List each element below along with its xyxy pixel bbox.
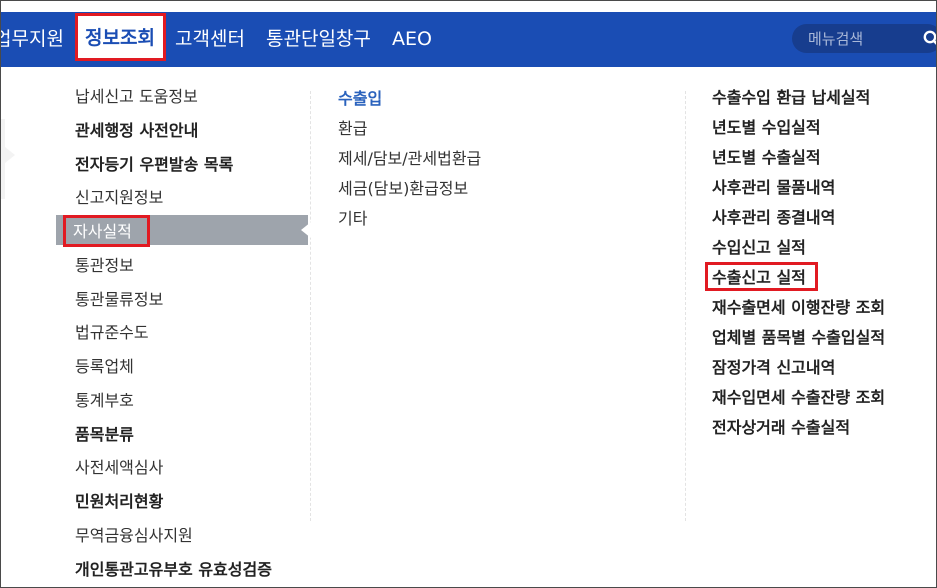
menu-item-personal-customs-code-check[interactable]: 개인통관고유부호 유효성검증 <box>75 555 272 585</box>
menu-item-post-management-closed[interactable]: 사후관리 종결내역 <box>712 203 835 233</box>
menu-item-other[interactable]: 기타 <box>338 204 367 234</box>
menu-item-post-management-goods[interactable]: 사후관리 물품내역 <box>712 173 835 203</box>
nav-item-info-inquiry[interactable]: 정보조회 <box>76 15 164 61</box>
top-navigation-bar: 업무지원 정보조회 고객센터 통관단일창구 AEO <box>1 12 937 67</box>
menu-item-registered-companies[interactable]: 등록업체 <box>75 352 134 382</box>
search-icon[interactable] <box>923 30 937 47</box>
menu-item-clearance-logistics-info[interactable]: 통관물류정보 <box>75 285 163 315</box>
menu-item-trade-finance-review[interactable]: 무역금융심사지원 <box>75 521 193 551</box>
nav-item-business-support[interactable]: 업무지원 <box>1 12 64 67</box>
menu-search-input[interactable] <box>808 24 908 53</box>
menu-item-yearly-import[interactable]: 년도별 수입실적 <box>712 113 821 143</box>
menu-category-export-import[interactable]: 수출입 <box>338 84 382 114</box>
menu-item-filing-support-info[interactable]: 신고지원정보 <box>75 183 163 213</box>
selected-item-arrow <box>301 222 311 238</box>
menu-item-tax-collateral-refund-info[interactable]: 세금(담보)환급정보 <box>338 174 468 204</box>
menu-item-import-declaration[interactable]: 수입신고 실적 <box>712 233 806 263</box>
menu-item-item-classification[interactable]: 품목분류 <box>75 420 134 450</box>
menu-item-yearly-export[interactable]: 년도별 수출실적 <box>712 143 821 173</box>
nav-item-single-window[interactable]: 통관단일창구 <box>266 12 371 67</box>
menu-item-clearance-info[interactable]: 통관정보 <box>75 251 134 281</box>
menu-item-registered-mail-list[interactable]: 전자등기 우편발송 목록 <box>75 150 233 180</box>
menu-item-civil-complaint-status[interactable]: 민원처리현황 <box>75 487 163 517</box>
screenshot-frame: 업무지원 정보조회 고객센터 통관단일창구 AEO 납세신고 도움정보 관세행정… <box>0 0 937 588</box>
menu-item-tax-filing-help[interactable]: 납세신고 도움정보 <box>75 82 198 112</box>
menu-item-reimport-exemption-balance[interactable]: 재수입면세 수출잔량 조회 <box>712 383 885 413</box>
menu-item-statistics-codes[interactable]: 통계부호 <box>75 386 134 416</box>
menu-item-customs-admin-notice[interactable]: 관세행정 사전안내 <box>75 116 198 146</box>
menu-item-tax-collateral-refund[interactable]: 제세/담보/관세법환급 <box>338 144 481 174</box>
menu-item-compliance-level[interactable]: 법규준수도 <box>75 318 149 348</box>
nav-item-aeo[interactable]: AEO <box>392 12 432 67</box>
menu-item-export-declaration[interactable]: 수출신고 실적 <box>712 263 806 293</box>
side-panel-notch <box>1 119 15 199</box>
menu-item-reexport-exemption-balance[interactable]: 재수출면세 이행잔량 조회 <box>712 293 885 323</box>
menu-item-export-import-refund-tax[interactable]: 수출수입 환급 납세실적 <box>712 83 870 113</box>
menu-search-box <box>792 24 937 53</box>
menu-item-ecommerce-export[interactable]: 전자상거래 수출실적 <box>712 413 850 443</box>
menu-item-company-performance[interactable]: 자사실적 <box>73 217 132 247</box>
nav-item-customer-center[interactable]: 고객센터 <box>175 12 245 67</box>
menu-item-refund[interactable]: 환급 <box>338 114 367 144</box>
column-divider-2 <box>685 91 686 521</box>
menu-item-company-item-trade[interactable]: 업체별 품목별 수출입실적 <box>712 323 885 353</box>
menu-item-pre-tax-review[interactable]: 사전세액심사 <box>75 453 163 483</box>
menu-item-provisional-price[interactable]: 잠정가격 신고내역 <box>712 353 835 383</box>
column-divider-1 <box>310 91 311 521</box>
